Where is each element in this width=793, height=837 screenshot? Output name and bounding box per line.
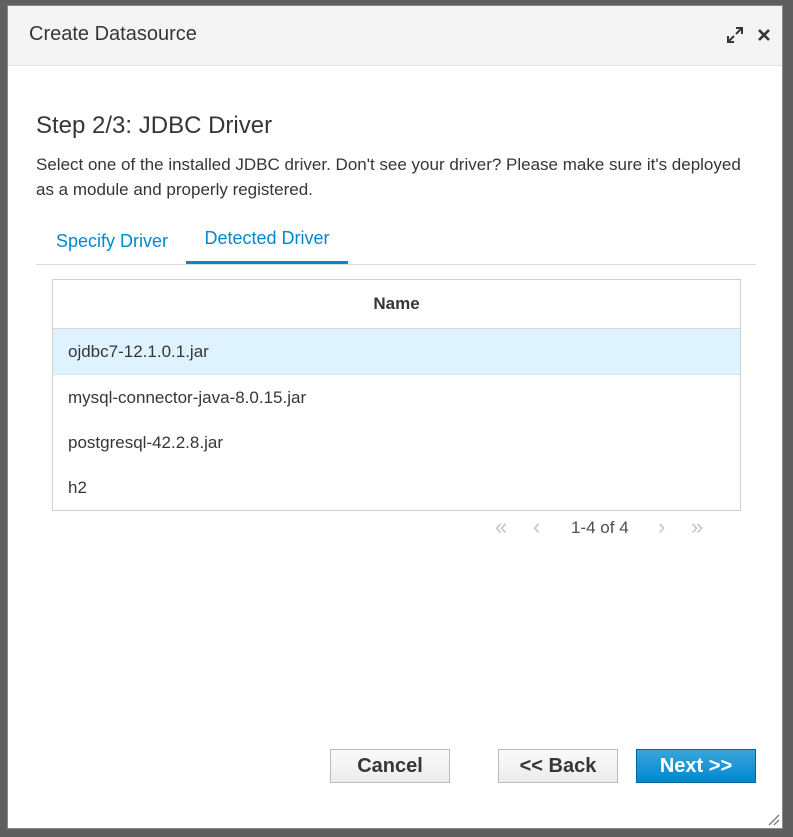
pager-info: 1-4 of 4 — [571, 518, 629, 537]
close-icon[interactable] — [755, 26, 773, 44]
maximize-icon[interactable] — [725, 25, 745, 45]
step-title: Step 2/3: JDBC Driver — [36, 112, 273, 139]
dialog-header: Create Datasource — [8, 6, 782, 66]
tab-specify-driver[interactable]: Specify Driver — [56, 224, 186, 264]
table-row[interactable]: h2 — [53, 465, 740, 510]
table-row[interactable]: ojdbc7-12.1.0.1.jar — [53, 329, 740, 375]
create-datasource-dialog: Create Datasource Step 2/3: JDBC Driver … — [7, 5, 783, 829]
cancel-button[interactable]: Cancel — [330, 749, 450, 783]
table-row[interactable]: postgresql-42.2.8.jar — [53, 420, 740, 465]
resize-grip-icon[interactable] — [764, 810, 780, 826]
driver-tabs: Specify Driver Detected Driver — [36, 224, 756, 265]
last-page-button[interactable]: » — [691, 516, 703, 538]
step-description: Select one of the installed JDBC driver.… — [36, 155, 741, 199]
previous-page-button[interactable]: ‹ — [533, 516, 540, 538]
tab-detected-driver[interactable]: Detected Driver — [186, 224, 348, 264]
next-button[interactable]: Next >> — [636, 749, 756, 783]
table-row[interactable]: mysql-connector-java-8.0.15.jar — [53, 375, 740, 420]
column-header-name[interactable]: Name — [53, 280, 740, 329]
driver-table: Name ojdbc7-12.1.0.1.jar mysql-connector… — [52, 279, 741, 511]
back-button[interactable]: << Back — [498, 749, 618, 783]
dialog-title: Create Datasource — [29, 23, 197, 45]
next-page-button[interactable]: › — [658, 516, 665, 538]
first-page-button[interactable]: « — [495, 516, 507, 538]
